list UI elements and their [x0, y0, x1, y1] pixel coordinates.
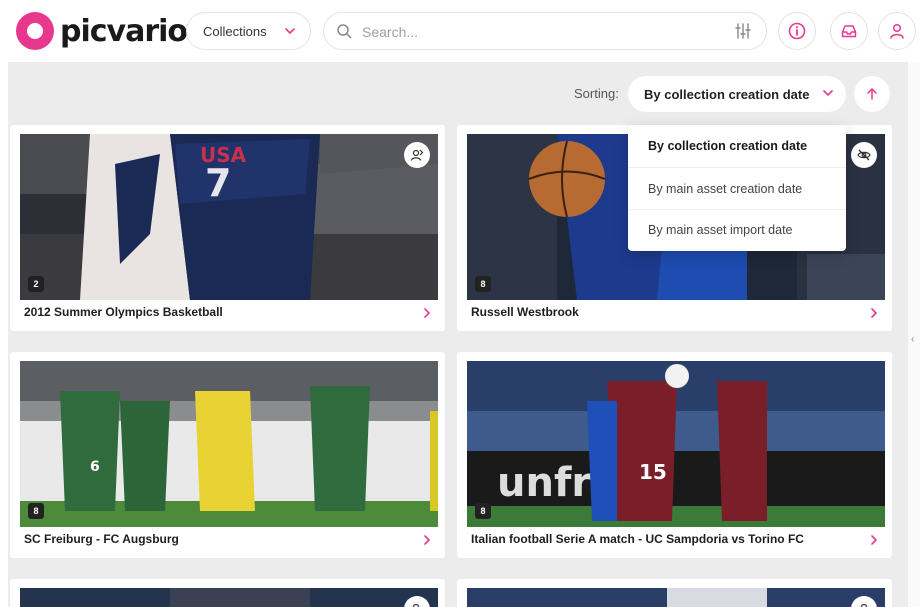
- user-icon: [860, 603, 868, 607]
- collection-title[interactable]: Russell Westbrook: [471, 305, 579, 319]
- info-button[interactable]: [778, 12, 816, 50]
- chevron-down-icon: [823, 90, 833, 97]
- sorting-label: Sorting:: [574, 86, 619, 101]
- collection-title[interactable]: SC Freiburg - FC Augsburg: [24, 532, 179, 546]
- sort-direction-button[interactable]: [854, 76, 890, 112]
- sorting-select[interactable]: By collection creation date: [628, 76, 846, 112]
- user-share-icon: [410, 149, 424, 161]
- chevron-left-icon: ‹: [911, 334, 915, 345]
- collection-thumbnail[interactable]: 6 8: [20, 361, 438, 527]
- search-icon: [337, 24, 352, 39]
- collection-photo-image: [467, 588, 885, 607]
- chevron-right-icon[interactable]: [421, 307, 433, 319]
- search-input[interactable]: [362, 22, 702, 42]
- sort-option-main-asset-import[interactable]: By main asset import date: [628, 209, 846, 251]
- collection-thumbnail[interactable]: [20, 588, 438, 607]
- arrow-up-icon: [867, 88, 877, 100]
- collection-thumbnail[interactable]: [467, 588, 885, 607]
- collection-card[interactable]: [10, 579, 445, 607]
- collection-card[interactable]: unfront 15 8 Italian football Serie A ma…: [457, 352, 892, 558]
- chevron-down-icon: [285, 28, 295, 35]
- sort-option-collection-creation[interactable]: By collection creation date: [628, 125, 846, 167]
- collection-thumbnail[interactable]: unfront 15 8: [467, 361, 885, 527]
- visibility-toggle-button[interactable]: [851, 142, 877, 168]
- asset-count-badge: 2: [28, 276, 44, 292]
- football-freiburg-photo-image: 6: [20, 361, 438, 527]
- basketball-photo-image: 7 USA: [20, 134, 438, 300]
- sorting-selected-value: By collection creation date: [644, 86, 810, 102]
- svg-text:15: 15: [639, 460, 667, 484]
- inbox-button[interactable]: [830, 12, 868, 50]
- collection-card[interactable]: 7 USA 2 2012 Summer Olympics Basketball: [10, 125, 445, 331]
- inbox-icon: [841, 25, 857, 38]
- collections-dropdown[interactable]: Collections: [186, 12, 311, 50]
- football-serie-a-photo-image: unfront 15: [467, 361, 885, 527]
- top-bar: picvario Collections: [0, 0, 920, 62]
- asset-count-badge: 8: [475, 276, 491, 292]
- logo-text: picvario: [60, 13, 188, 49]
- collection-title[interactable]: Italian football Serie A match - UC Samp…: [471, 532, 804, 546]
- logo-mark-icon: [16, 12, 54, 50]
- side-panel-toggle[interactable]: ‹: [908, 62, 920, 607]
- collection-card[interactable]: 6 8 SC Freiburg - FC Augsburg: [10, 352, 445, 558]
- asset-count-badge: 8: [475, 503, 491, 519]
- collection-thumbnail[interactable]: 7 USA 2: [20, 134, 438, 300]
- user-icon: [890, 23, 904, 39]
- shared-user-button[interactable]: [404, 142, 430, 168]
- collections-label: Collections: [203, 23, 267, 39]
- chevron-right-icon[interactable]: [868, 534, 880, 546]
- chevron-right-icon[interactable]: [868, 307, 880, 319]
- collection-photo-image: [20, 588, 438, 607]
- collection-title[interactable]: 2012 Summer Olympics Basketball: [24, 305, 223, 319]
- picvario-logo[interactable]: picvario: [16, 12, 188, 50]
- eye-off-icon: [857, 149, 871, 161]
- chevron-right-icon[interactable]: [421, 534, 433, 546]
- svg-text:7: 7: [205, 161, 231, 205]
- svg-text:6: 6: [90, 459, 100, 475]
- filter-sliders-icon[interactable]: [734, 22, 752, 40]
- info-icon: [788, 22, 806, 40]
- user-share-icon: [412, 603, 420, 607]
- sort-option-main-asset-creation[interactable]: By main asset creation date: [628, 168, 846, 210]
- asset-count-badge: 8: [28, 503, 44, 519]
- search-bar: [323, 12, 767, 50]
- sorting-dropdown-menu: By collection creation date By main asse…: [628, 125, 846, 251]
- user-menu-button[interactable]: [878, 12, 916, 50]
- collection-card[interactable]: [457, 579, 892, 607]
- svg-text:USA: USA: [200, 143, 247, 167]
